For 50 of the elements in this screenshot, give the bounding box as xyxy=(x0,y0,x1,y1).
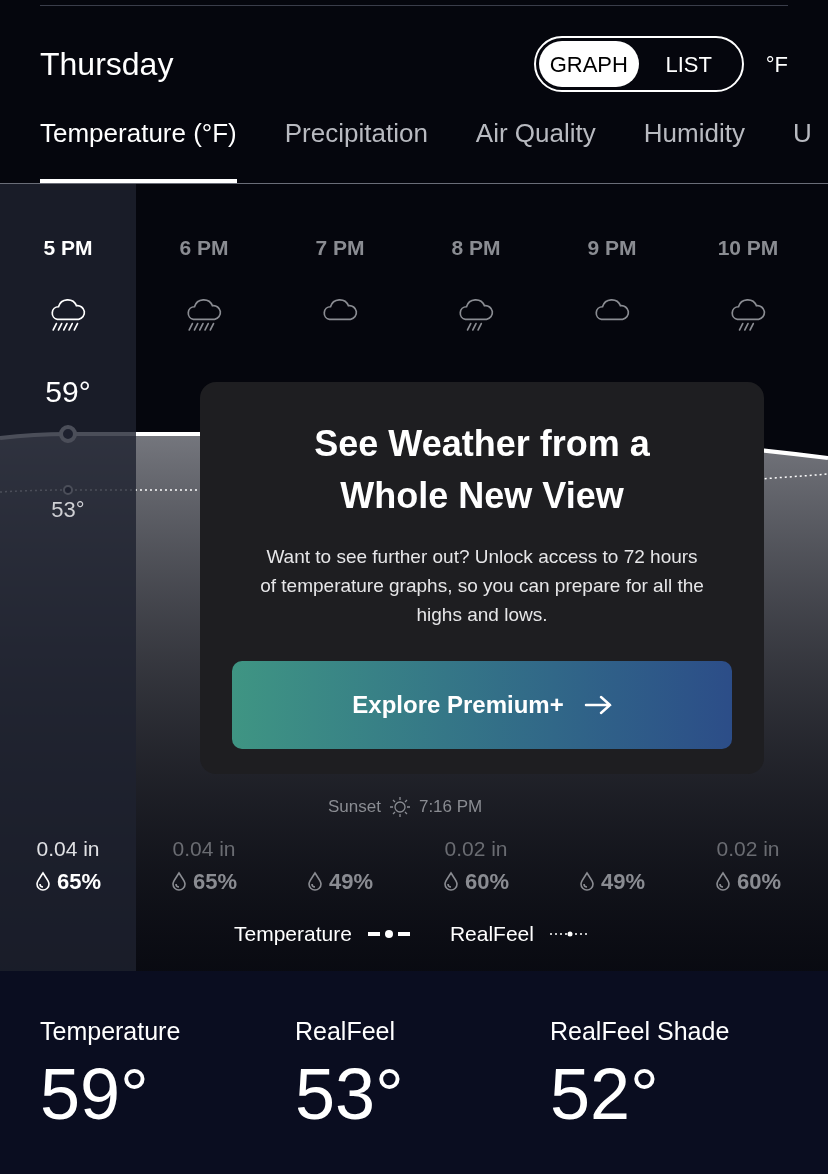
view-toggle-option[interactable]: LIST xyxy=(638,41,739,87)
arrow-right-icon xyxy=(583,695,612,715)
promo-title: See Weather from a Whole New View xyxy=(313,422,651,518)
stat-value: 52° xyxy=(550,1052,660,1136)
hour-label[interactable]: 9 PM xyxy=(587,232,637,264)
unit-label[interactable]: °F xyxy=(765,47,788,81)
precipitation-chance: 49% xyxy=(600,867,645,896)
precipitation-amount: 0.04 in xyxy=(172,836,236,860)
raindrop-icon xyxy=(170,871,187,891)
temperature-value: 59° xyxy=(45,374,91,408)
precipitation-chance: 60% xyxy=(736,867,781,896)
sunset-time: 7:16 PM xyxy=(418,796,483,818)
raindrop-icon xyxy=(714,871,731,891)
precipitation-chance: 60% xyxy=(464,867,509,896)
category-tab[interactable]: U xyxy=(792,114,812,183)
dotted-line-legend-icon xyxy=(549,929,590,938)
raindrop-icon xyxy=(34,871,51,891)
solid-line-legend-icon xyxy=(367,928,410,939)
stat-label: RealFeel Shade xyxy=(550,1016,731,1047)
precipitation-chance: 65% xyxy=(192,867,237,896)
selected-hour-column[interactable]: 5 PM 59° 53° 0.04 in 65% xyxy=(0,184,136,971)
precipitation-amount: 0.02 in xyxy=(444,836,508,860)
stat-label: RealFeel xyxy=(295,1016,397,1047)
raindrop-icon xyxy=(442,871,459,891)
precipitation-chance: 49% xyxy=(328,867,373,896)
explore-premium-button[interactable]: Explore Premium+ xyxy=(232,661,732,749)
realfeel-value: 53° xyxy=(51,496,85,522)
category-tab[interactable]: Air Quality xyxy=(475,114,596,183)
promo-text: Want to see further out? Unlock access to 72 hours of temperature graphs, so you can prepare for all the highs and lows. xyxy=(259,545,705,627)
legend-label: Temperature xyxy=(234,921,352,947)
legend-label: RealFeel xyxy=(449,921,534,947)
hour-label[interactable]: 8 PM xyxy=(451,232,501,264)
sunset-label: Sunset xyxy=(328,796,381,818)
hour-label[interactable]: 5 PM xyxy=(43,232,93,264)
day-title: Thursday xyxy=(40,45,174,84)
precipitation-chance: 65% xyxy=(56,867,101,896)
view-toggle-option[interactable]: GRAPH xyxy=(538,41,639,87)
stat-value: 53° xyxy=(295,1052,405,1136)
raindrop-icon xyxy=(306,871,323,891)
raindrop-icon xyxy=(578,871,595,891)
hour-label[interactable]: 10 PM xyxy=(717,232,779,264)
precipitation-amount: 0.02 in xyxy=(716,836,780,860)
stat-value: 59° xyxy=(40,1052,150,1136)
category-tab[interactable]: Precipitation xyxy=(284,114,428,183)
hour-label[interactable]: 7 PM xyxy=(315,232,365,264)
hour-label[interactable]: 6 PM xyxy=(179,232,229,264)
sun-icon xyxy=(388,795,411,818)
stat-label: Temperature xyxy=(40,1016,182,1047)
precipitation-amount: 0.04 in xyxy=(36,836,100,860)
category-tab[interactable]: Humidity xyxy=(643,114,745,183)
